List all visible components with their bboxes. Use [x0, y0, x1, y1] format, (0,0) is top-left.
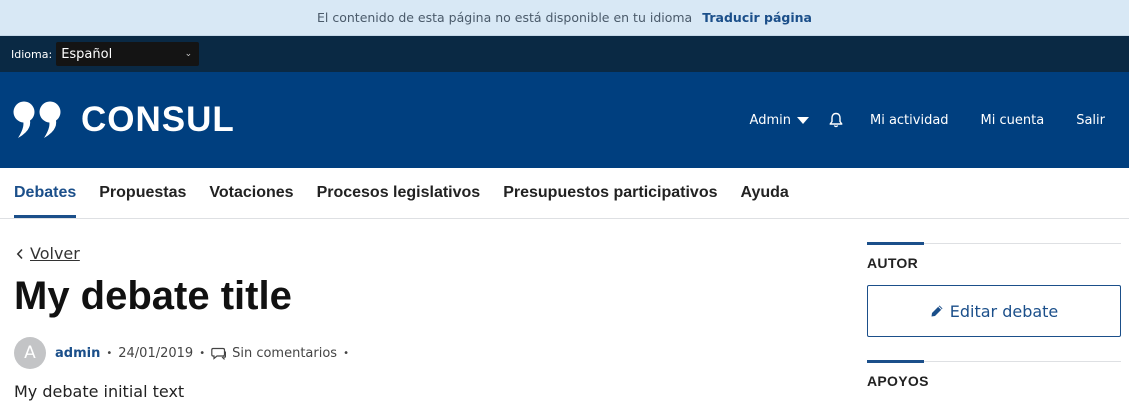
separator-dot: • — [199, 347, 206, 359]
debate-body: My debate initial text — [14, 382, 185, 401]
locale-select[interactable]: Español ⌄ — [56, 42, 200, 66]
locale-label: Idioma: — [11, 47, 53, 61]
site-logo[interactable]: CONSUL — [13, 100, 235, 140]
debate-meta: A admin • 24/01/2019 • Sin comentarios • — [14, 337, 355, 369]
author-name[interactable]: admin — [55, 346, 100, 361]
caret-down-icon — [796, 116, 809, 124]
locale-bar: Idioma: Español ⌄ — [0, 36, 1129, 72]
my-account-link[interactable]: Mi cuenta — [981, 113, 1045, 128]
locale-selected-value: Español — [61, 46, 113, 62]
admin-label: Admin — [749, 112, 791, 128]
edit-debate-button[interactable]: Editar debate — [867, 285, 1121, 337]
translate-page-link[interactable]: Traducir página — [702, 10, 812, 25]
separator-dot: • — [343, 347, 349, 359]
separator-dot: • — [106, 347, 113, 359]
bell-icon — [829, 112, 843, 128]
logout-link[interactable]: Salir — [1076, 113, 1105, 128]
sidebar-supports-section: APOYOS — [867, 360, 1121, 389]
select-chevron-icon: ⌄ — [184, 49, 193, 59]
admin-menu[interactable]: Admin — [750, 113, 809, 128]
tab-help[interactable]: Ayuda — [741, 168, 789, 218]
pencil-icon — [931, 305, 943, 317]
translation-message: El contenido de esta página no está disp… — [317, 10, 693, 25]
comments-count-label: Sin comentarios — [232, 345, 338, 361]
tab-proposals[interactable]: Propuestas — [99, 168, 186, 218]
debate-title: My debate title — [14, 274, 292, 318]
debate-date: 24/01/2019 — [118, 345, 194, 361]
chevron-left-icon — [16, 248, 23, 259]
top-header: CONSUL Admin Mi actividad Mi cuenta Sali… — [0, 72, 1129, 168]
logo-text: CONSUL — [81, 100, 235, 139]
avatar: A — [14, 337, 46, 369]
back-label: Volver — [30, 244, 80, 263]
author-heading: AUTOR — [867, 255, 919, 271]
edit-debate-label: Editar debate — [949, 301, 1059, 321]
main-nav: Debates Propuestas Votaciones Procesos l… — [0, 168, 1129, 219]
back-link[interactable]: Volver — [16, 244, 80, 263]
user-nav: Admin Mi actividad Mi cuenta Salir — [750, 72, 1129, 168]
sidebar-author-section: AUTOR — [867, 242, 1121, 271]
my-activity-link[interactable]: Mi actividad — [870, 113, 949, 128]
notifications-button[interactable] — [829, 112, 843, 128]
quote-logo-icon — [13, 101, 61, 139]
tab-legislation[interactable]: Procesos legislativos — [317, 168, 481, 218]
supports-heading: APOYOS — [867, 373, 929, 389]
comments-link[interactable]: Sin comentarios — [211, 346, 337, 361]
translation-banner: El contenido de esta página no está disp… — [0, 0, 1129, 36]
tab-budgets[interactable]: Presupuestos participativos — [503, 168, 717, 218]
tab-polls[interactable]: Votaciones — [209, 168, 293, 218]
comment-icon — [211, 347, 227, 360]
tab-debates[interactable]: Debates — [14, 168, 77, 218]
